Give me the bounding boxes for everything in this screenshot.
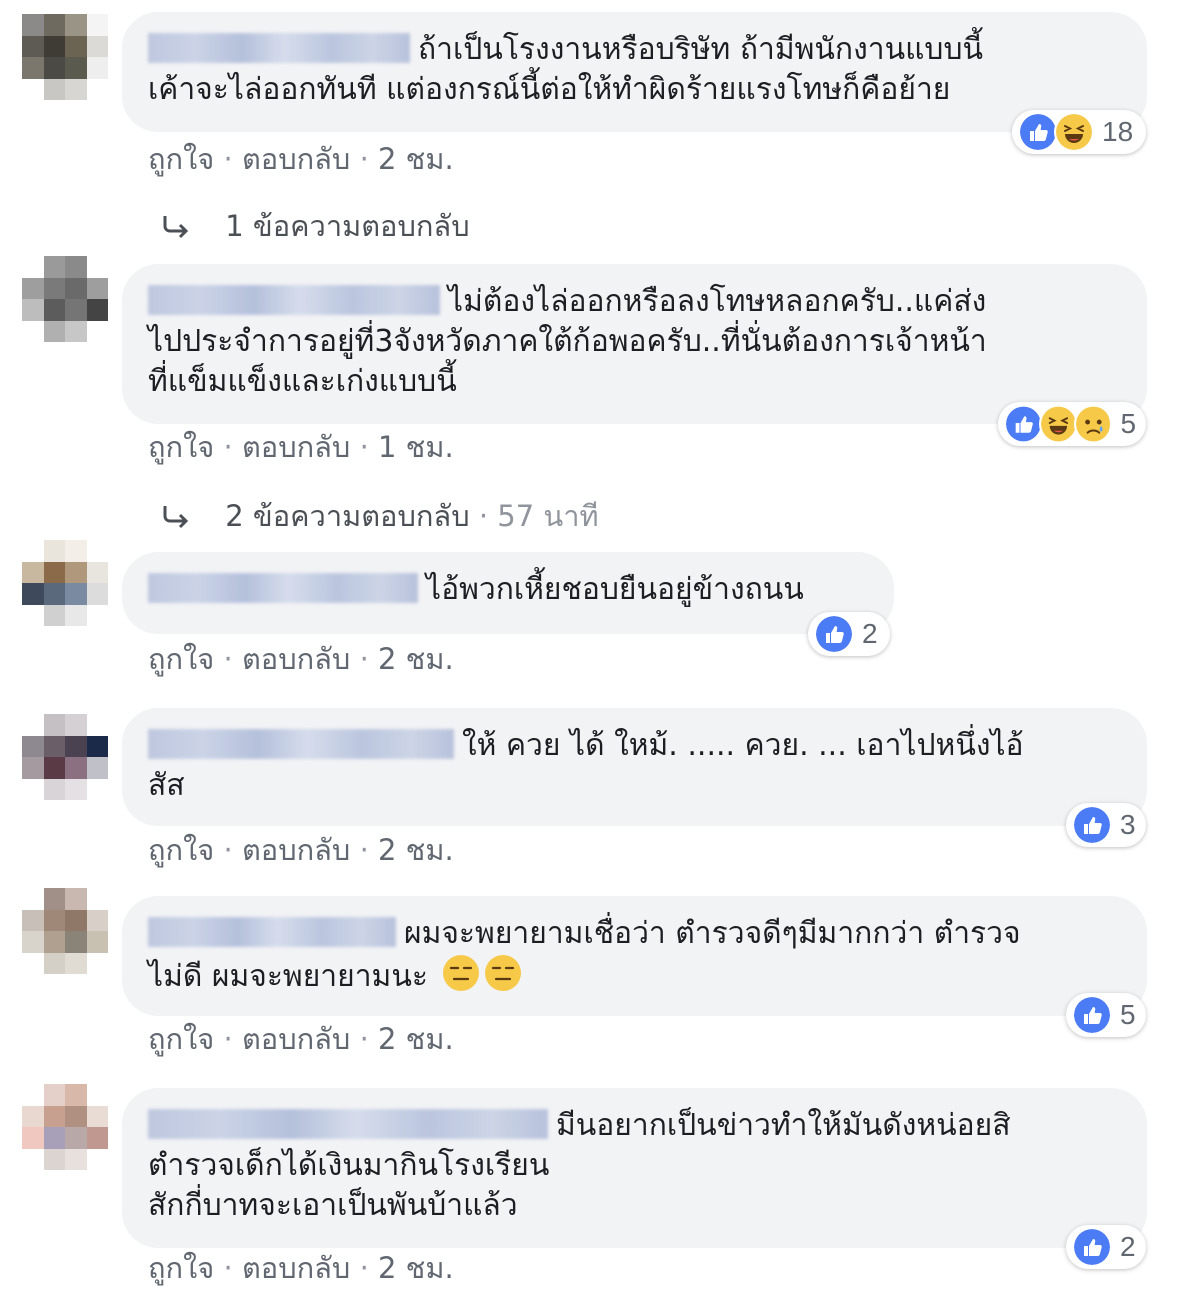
separator: · <box>359 142 378 176</box>
timestamp[interactable]: 2 ชม. <box>378 833 454 867</box>
reaction-count: 5 <box>1120 999 1136 1030</box>
author-name-blurred[interactable] <box>148 729 454 759</box>
comment-bubble: ให้ ควย ได้ ใหม้. ..... ควย. ... เอาไปหน… <box>122 708 1147 826</box>
comment-text-line1: ไม่ต้องไล่ออกหรือลงโทษหลอกครับ..แค่ส่ง <box>448 284 987 319</box>
comment-actions: ถูกใจ · ตอบกลับ · 2 ชม. <box>148 1245 454 1291</box>
expressionless-emoji-icon <box>442 954 480 992</box>
expressionless-emoji-icon <box>484 954 522 992</box>
comment-bubble: ถ้าเป็นโรงงานหรือบริษัท ถ้ามีพนักงานแบบน… <box>122 12 1147 132</box>
like-icon <box>1072 995 1112 1035</box>
separator: · <box>359 1251 378 1285</box>
reaction-summary[interactable]: 5 <box>998 402 1146 446</box>
comment-text-line1: ถ้าเป็นโรงงานหรือบริษัท ถ้ามีพนักงานแบบน… <box>418 32 984 67</box>
reply-link[interactable]: ตอบกลับ <box>242 142 350 176</box>
reply-link[interactable]: ตอบกลับ <box>242 642 350 676</box>
separator: · <box>223 1251 242 1285</box>
separator: · <box>223 1022 242 1056</box>
reaction-summary[interactable]: 2 <box>808 612 890 656</box>
comment-actions: ถูกใจ · ตอบกลับ · 1 ชม. <box>148 424 454 470</box>
comment-actions: ถูกใจ · ตอบกลับ · 2 ชม. <box>148 136 454 182</box>
comment-text-line2: สัส <box>148 768 185 803</box>
separator: · <box>359 642 378 676</box>
view-replies[interactable]: 2 ข้อความตอบกลับ · 57 นาที <box>160 493 599 539</box>
replies-time: 57 นาที <box>497 499 599 533</box>
avatar[interactable] <box>22 256 108 342</box>
reaction-summary[interactable]: 2 <box>1066 1225 1146 1269</box>
avatar[interactable] <box>22 714 108 800</box>
reaction-count: 3 <box>1120 809 1136 840</box>
like-link[interactable]: ถูกใจ <box>148 642 214 676</box>
comment-text-line2: ตำรวจเด็กได้เงินมากินโรงเรียน <box>148 1148 550 1183</box>
comment-actions: ถูกใจ · ตอบกลับ · 2 ชม. <box>148 827 454 873</box>
comment-text-line1: ให้ ควย ได้ ใหม้. ..... ควย. ... เอาไปหน… <box>462 728 1024 763</box>
author-name-blurred[interactable] <box>148 33 410 63</box>
avatar[interactable] <box>22 888 108 974</box>
separator: · <box>359 833 378 867</box>
reply-link[interactable]: ตอบกลับ <box>242 1022 350 1056</box>
reaction-count: 18 <box>1102 116 1134 147</box>
avatar[interactable] <box>22 540 108 626</box>
timestamp[interactable]: 2 ชม. <box>378 642 454 676</box>
separator: · <box>359 1022 378 1056</box>
reply-arrow-icon <box>163 216 189 239</box>
author-name-blurred[interactable] <box>148 917 396 947</box>
like-icon <box>1018 112 1058 152</box>
reaction-summary[interactable]: 18 <box>1012 110 1146 154</box>
comment-actions: ถูกใจ · ตอบกลับ · 2 ชม. <box>148 636 454 682</box>
avatar[interactable] <box>22 14 108 100</box>
separator: · <box>223 642 242 676</box>
reply-link[interactable]: ตอบกลับ <box>242 833 350 867</box>
reaction-summary[interactable]: 5 <box>1066 993 1146 1037</box>
separator: · <box>359 430 378 464</box>
reaction-count: 5 <box>1120 408 1137 439</box>
comment-bubble: ไม่ต้องไล่ออกหรือลงโทษหลอกครับ..แค่ส่ง ไ… <box>122 264 1147 424</box>
reaction-count: 2 <box>862 618 878 649</box>
comment-text-line3: สักกี่บาทจะเอาเป็นพันบ้าแล้ว <box>148 1188 518 1223</box>
author-name-blurred[interactable] <box>148 573 418 603</box>
comment-text-line1: ผมจะพยายามเชื่อว่า ตำรวจดีๆมีมากกว่า ตำร… <box>404 916 1021 951</box>
comment-text-line1: ไอ้พวกเหี้ยชอบยืนอยู่ข้างถนน <box>426 572 804 607</box>
replies-label: 1 ข้อความตอบกลับ <box>225 209 470 243</box>
like-icon <box>1072 1227 1112 1267</box>
like-icon <box>1072 805 1112 845</box>
reply-link[interactable]: ตอบกลับ <box>242 430 350 464</box>
timestamp[interactable]: 1 ชม. <box>378 430 454 464</box>
comment-bubble: ไอ้พวกเหี้ยชอบยืนอยู่ข้างถนน <box>122 552 894 634</box>
like-icon <box>1004 404 1043 444</box>
comment-text-line2: ไปประจำการอยู่ที่3จังหวัดภาคใต้ก้อพอครับ… <box>148 324 987 359</box>
separator: · <box>478 499 498 533</box>
comment-text-line2: ไม่ดี ผมจะพยายามนะ <box>148 959 428 994</box>
reply-link[interactable]: ตอบกลับ <box>242 1251 350 1285</box>
comment-text-line3: ที่แข็มแข็งและเก่งแบบนี้ <box>148 364 457 399</box>
like-link[interactable]: ถูกใจ <box>148 430 214 464</box>
comment-actions: ถูกใจ · ตอบกลับ · 2 ชม. <box>148 1016 454 1062</box>
timestamp[interactable]: 2 ชม. <box>378 1251 454 1285</box>
separator: · <box>223 833 242 867</box>
like-link[interactable]: ถูกใจ <box>148 1251 214 1285</box>
reaction-summary[interactable]: 3 <box>1066 803 1146 847</box>
replies-label: 2 ข้อความตอบกลับ <box>225 499 470 533</box>
separator: · <box>223 430 242 464</box>
timestamp[interactable]: 2 ชม. <box>378 142 454 176</box>
reaction-count: 2 <box>1120 1231 1136 1262</box>
view-replies[interactable]: 1 ข้อความตอบกลับ <box>160 203 470 249</box>
haha-icon <box>1038 404 1078 444</box>
timestamp[interactable]: 2 ชม. <box>378 1022 454 1056</box>
comment-bubble: มีนอยากเป็นข่าวทำให้มันดังหน่อยสิ ตำรวจเ… <box>122 1088 1147 1248</box>
haha-icon <box>1054 112 1094 152</box>
author-name-blurred[interactable] <box>148 1109 548 1139</box>
like-link[interactable]: ถูกใจ <box>148 833 214 867</box>
avatar[interactable] <box>22 1084 108 1170</box>
comment-bubble: ผมจะพยายามเชื่อว่า ตำรวจดีๆมีมากกว่า ตำร… <box>122 896 1147 1016</box>
like-icon <box>814 614 854 654</box>
comment-text-line2: เค้าจะไล่ออกทันที แต่องกรณ์นี้ต่อให้ทำผิ… <box>148 72 951 107</box>
comment-text-line1: มีนอยากเป็นข่าวทำให้มันดังหน่อยสิ <box>556 1108 1011 1143</box>
like-link[interactable]: ถูกใจ <box>148 142 214 176</box>
reply-arrow-icon <box>163 506 189 529</box>
separator: · <box>223 142 242 176</box>
like-link[interactable]: ถูกใจ <box>148 1022 214 1056</box>
author-name-blurred[interactable] <box>148 285 440 315</box>
sad-icon <box>1073 404 1113 444</box>
